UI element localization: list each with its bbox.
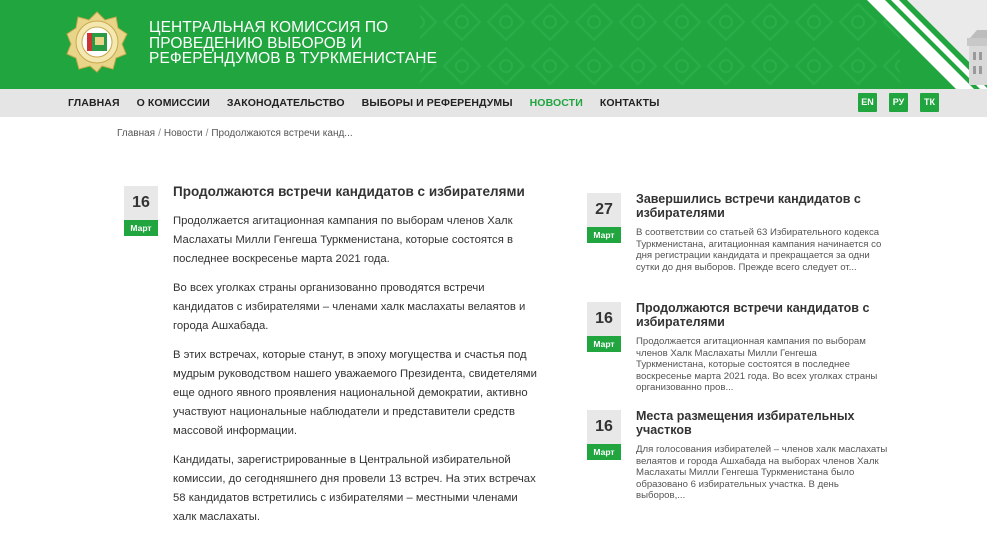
article-paragraph: Продолжается агитационная кампания по вы… — [173, 215, 513, 265]
article-title: Продолжаются встречи кандидатов с избира… — [173, 184, 525, 199]
lang-tk-button[interactable]: ТК — [920, 93, 939, 112]
breadcrumb-current: Продолжаются встречи канд... — [211, 128, 353, 139]
site-title-line-2: ПРОВЕДЕНИЮ ВЫБОРОВ И — [149, 34, 362, 52]
site-title-line-3: РЕФЕРЕНДУМОВ В ТУРКМЕНИСТАНЕ — [149, 50, 438, 67]
building-icon — [967, 30, 987, 85]
main-navigation: ГЛАВНАЯ О КОМИССИИ ЗАКОНОДАТЕЛЬСТВО ВЫБО… — [0, 89, 987, 117]
commission-emblem-icon[interactable] — [66, 11, 128, 73]
news-item-day: 16 — [587, 410, 621, 444]
language-switcher: EN РУ ТК — [846, 93, 939, 112]
nav-menu: ГЛАВНАЯ О КОМИССИИ ЗАКОНОДАТЕЛЬСТВО ВЫБО… — [68, 89, 677, 117]
news-item-title-link[interactable]: Завершились встречи кандидатов с избират… — [636, 192, 886, 220]
article-body: Продолжается агитационная кампания по вы… — [173, 212, 543, 537]
site-title[interactable]: ЦЕНТРАЛЬНАЯ КОМИССИЯ ПО ПРОВЕДЕНИЮ ВЫБОР… — [149, 20, 437, 67]
article-date-day: 16 — [124, 186, 158, 220]
news-item-month: Март — [587, 336, 621, 352]
lang-en-button[interactable]: EN — [858, 93, 877, 112]
nav-item-contacts[interactable]: КОНТАКТЫ — [600, 97, 660, 109]
nav-item-news[interactable]: НОВОСТИ — [530, 97, 583, 109]
news-item-date-badge: 16 Март — [587, 302, 621, 354]
site-header: ЦЕНТРАЛЬНАЯ КОМИССИЯ ПО ПРОВЕДЕНИЮ ВЫБОР… — [0, 0, 987, 89]
news-item-month: Март — [587, 444, 621, 460]
news-item-day: 27 — [587, 193, 621, 227]
article-date-badge: 16 Март — [124, 186, 158, 238]
news-item-excerpt: Для голосования избирателей – членов хал… — [636, 444, 888, 501]
news-item-day: 16 — [587, 302, 621, 336]
news-item-date-badge: 27 Март — [587, 193, 621, 245]
lang-ru-button[interactable]: РУ — [889, 93, 908, 112]
breadcrumb-separator: / — [205, 128, 209, 139]
site-title-line-1: ЦЕНТРАЛЬНАЯ КОМИССИЯ ПО — [149, 19, 389, 36]
news-item-excerpt: В соответствии со статьей 63 Избирательн… — [636, 227, 882, 273]
nav-item-home[interactable]: ГЛАВНАЯ — [68, 97, 120, 109]
nav-item-about[interactable]: О КОМИССИИ — [137, 97, 210, 109]
article-paragraph: В этих встречах, которые станут, в эпоху… — [173, 349, 537, 437]
breadcrumb: Главная / Новости / Продолжаются встречи кан… — [117, 128, 353, 139]
article-paragraph: Во всех уголках страны организованно про… — [173, 282, 526, 332]
breadcrumb-home[interactable]: Главная — [117, 128, 155, 139]
news-item-excerpt: Продолжается агитационная кампания по вы… — [636, 336, 878, 393]
nav-item-legislation[interactable]: ЗАКОНОДАТЕЛЬСТВО — [227, 97, 345, 109]
news-item-title-link[interactable]: Продолжаются встречи кандидатов с избира… — [636, 301, 886, 329]
news-item-month: Март — [587, 227, 621, 243]
breadcrumb-separator: / — [158, 128, 161, 139]
news-item-date-badge: 16 Март — [587, 410, 621, 462]
nav-item-elections[interactable]: ВЫБОРЫ И РЕФЕРЕНДУМЫ — [362, 97, 513, 109]
article-date-month: Март — [124, 220, 158, 236]
news-item-title-link[interactable]: Места размещения избирательных участков — [636, 409, 886, 437]
breadcrumb-news[interactable]: Новости — [164, 128, 203, 139]
